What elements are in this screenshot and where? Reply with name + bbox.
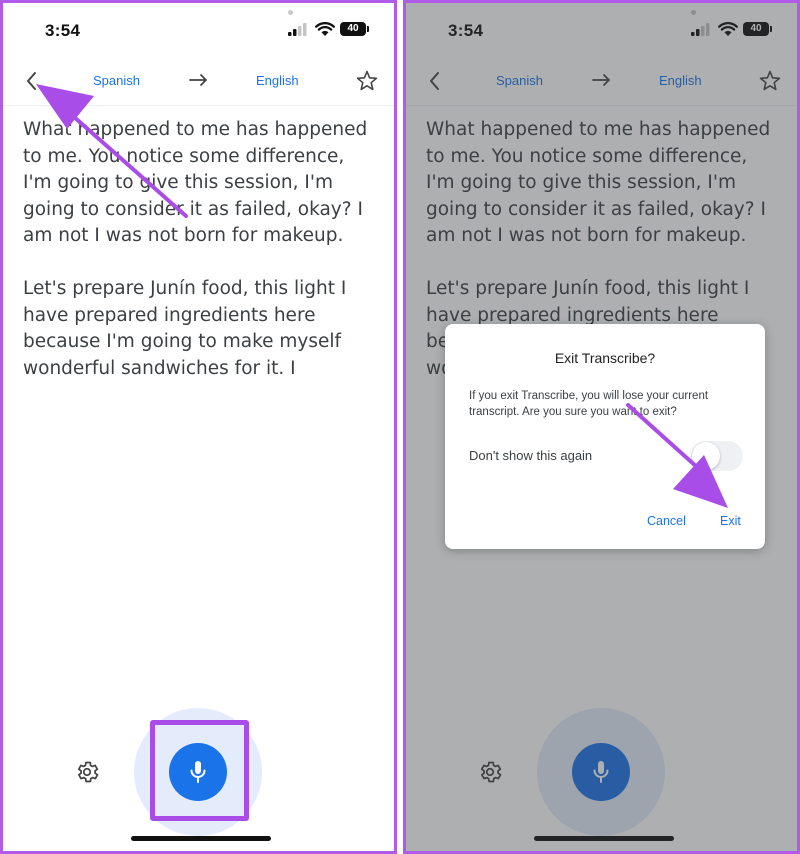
home-indicator bbox=[131, 836, 271, 841]
exit-transcribe-dialog: Exit Transcribe? If you exit Transcribe,… bbox=[445, 324, 765, 549]
transcript-text: What happened to me has happened to me. … bbox=[23, 117, 373, 409]
mic-highlight-annotation bbox=[150, 720, 249, 821]
camera-dot bbox=[288, 10, 293, 15]
target-language-button[interactable]: English bbox=[256, 73, 299, 88]
back-arrow-icon[interactable] bbox=[23, 70, 41, 92]
exit-button[interactable]: Exit bbox=[720, 514, 741, 528]
status-time: 3:54 bbox=[45, 21, 81, 40]
transcript-paragraph: Let's prepare Junín food, this light I h… bbox=[23, 278, 347, 379]
transcript-paragraph: What happened to me has happened to me. … bbox=[23, 119, 368, 246]
wifi-icon bbox=[315, 22, 335, 36]
gear-icon[interactable] bbox=[74, 759, 100, 785]
battery-icon: 40 bbox=[340, 22, 369, 36]
arrow-right-icon bbox=[189, 74, 207, 86]
status-bar: 3:54 40 bbox=[3, 3, 394, 58]
signal-icon bbox=[288, 23, 307, 36]
star-icon[interactable] bbox=[355, 69, 379, 93]
dialog-title: Exit Transcribe? bbox=[554, 350, 656, 366]
dont-show-again-toggle[interactable] bbox=[691, 441, 743, 471]
source-language-button[interactable]: Spanish bbox=[93, 73, 140, 88]
toggle-knob bbox=[692, 442, 720, 470]
dialog-message: If you exit Transcribe, you will lose yo… bbox=[469, 390, 709, 418]
left-screenshot-panel: 3:54 40 Spanish English What happened to… bbox=[0, 0, 397, 854]
dont-show-again-label: Don't show this again bbox=[469, 448, 593, 463]
header-bar: Spanish English bbox=[3, 58, 394, 106]
right-screenshot-panel: 3:54 40 Spanish English What happened to… bbox=[403, 0, 800, 854]
cancel-button[interactable]: Cancel bbox=[647, 514, 686, 528]
